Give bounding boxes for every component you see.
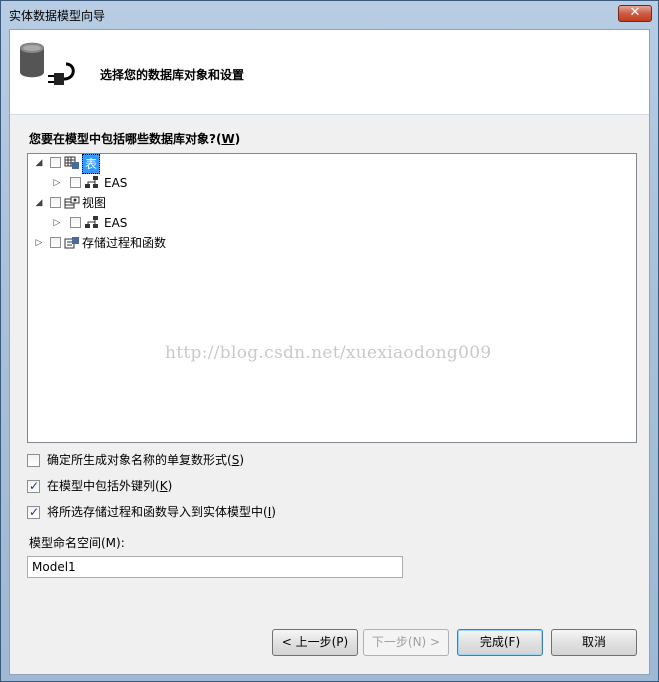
page-title: 选择您的数据库对象和设置 [100,68,245,82]
tree-label-views[interactable]: 视图 [82,194,106,212]
import-procs-label: 将所选存储过程和函数导入到实体模型中(I) [47,505,276,519]
import-procs-checkbox[interactable] [27,504,40,520]
expand-arrow-icon[interactable]: ▷ [52,174,62,192]
wizard-window: 实体数据模型向导 ✕ 选择您的数据库对象和设置 您要在模型中包括哪些数据库对象?… [0,0,659,682]
database-objects-tree[interactable]: ◢ 表 ▷ EAS ◢ 视图 ▷ EAS ▷ 存储过程和函数 [27,153,637,443]
cancel-button[interactable]: 取消 [551,629,637,656]
namespace-input[interactable]: Model1 [27,556,403,578]
schema-icon [85,176,98,188]
pluralize-label: 确定所生成对象名称的单复数形式(S) [47,453,244,467]
title-bar: 实体数据模型向导 ✕ [1,1,658,27]
tree-label-tables-eas[interactable]: EAS [104,174,127,192]
tables-eas-checkbox[interactable] [70,177,81,188]
table-icon [64,156,79,169]
close-button[interactable]: ✕ [618,5,652,22]
expand-arrow-icon[interactable]: ▷ [34,234,44,252]
pluralize-checkbox[interactable] [27,454,40,467]
view-icon [64,196,80,209]
watermark-text: http://blog.csdn.net/xuexiaodong009 [165,343,492,363]
tree-label-tables[interactable]: 表 [82,154,101,174]
wizard-header: 选择您的数据库对象和设置 [10,30,649,115]
foreign-keys-checkbox[interactable] [27,478,40,494]
namespace-label: 模型命名空间(M): [29,536,125,550]
procs-checkbox[interactable] [50,237,61,248]
expand-arrow-icon[interactable]: ▷ [52,214,62,232]
previous-button[interactable]: < 上一步(P) [272,629,358,656]
views-eas-checkbox[interactable] [70,217,81,228]
views-checkbox[interactable] [50,197,61,208]
collapse-arrow-icon[interactable]: ◢ [34,154,44,172]
tables-checkbox[interactable] [50,157,61,168]
finish-button[interactable]: 完成(F) [457,629,543,656]
wizard-client-area: 选择您的数据库对象和设置 您要在模型中包括哪些数据库对象?(W) ◢ 表 ▷ E… [9,29,650,675]
foreign-keys-label: 在模型中包括外键列(K) [47,479,173,493]
window-title: 实体数据模型向导 [9,9,106,23]
stored-procedure-icon [64,237,79,249]
tree-label-views-eas[interactable]: EAS [104,214,127,232]
tree-label-procs[interactable]: 存储过程和函数 [82,234,166,252]
next-button[interactable]: 下一步(N) > [363,629,449,656]
database-connect-icon [20,42,75,85]
schema-icon [85,216,98,228]
collapse-arrow-icon[interactable]: ◢ [34,194,44,212]
objects-question-label: 您要在模型中包括哪些数据库对象?(W) [29,132,241,146]
